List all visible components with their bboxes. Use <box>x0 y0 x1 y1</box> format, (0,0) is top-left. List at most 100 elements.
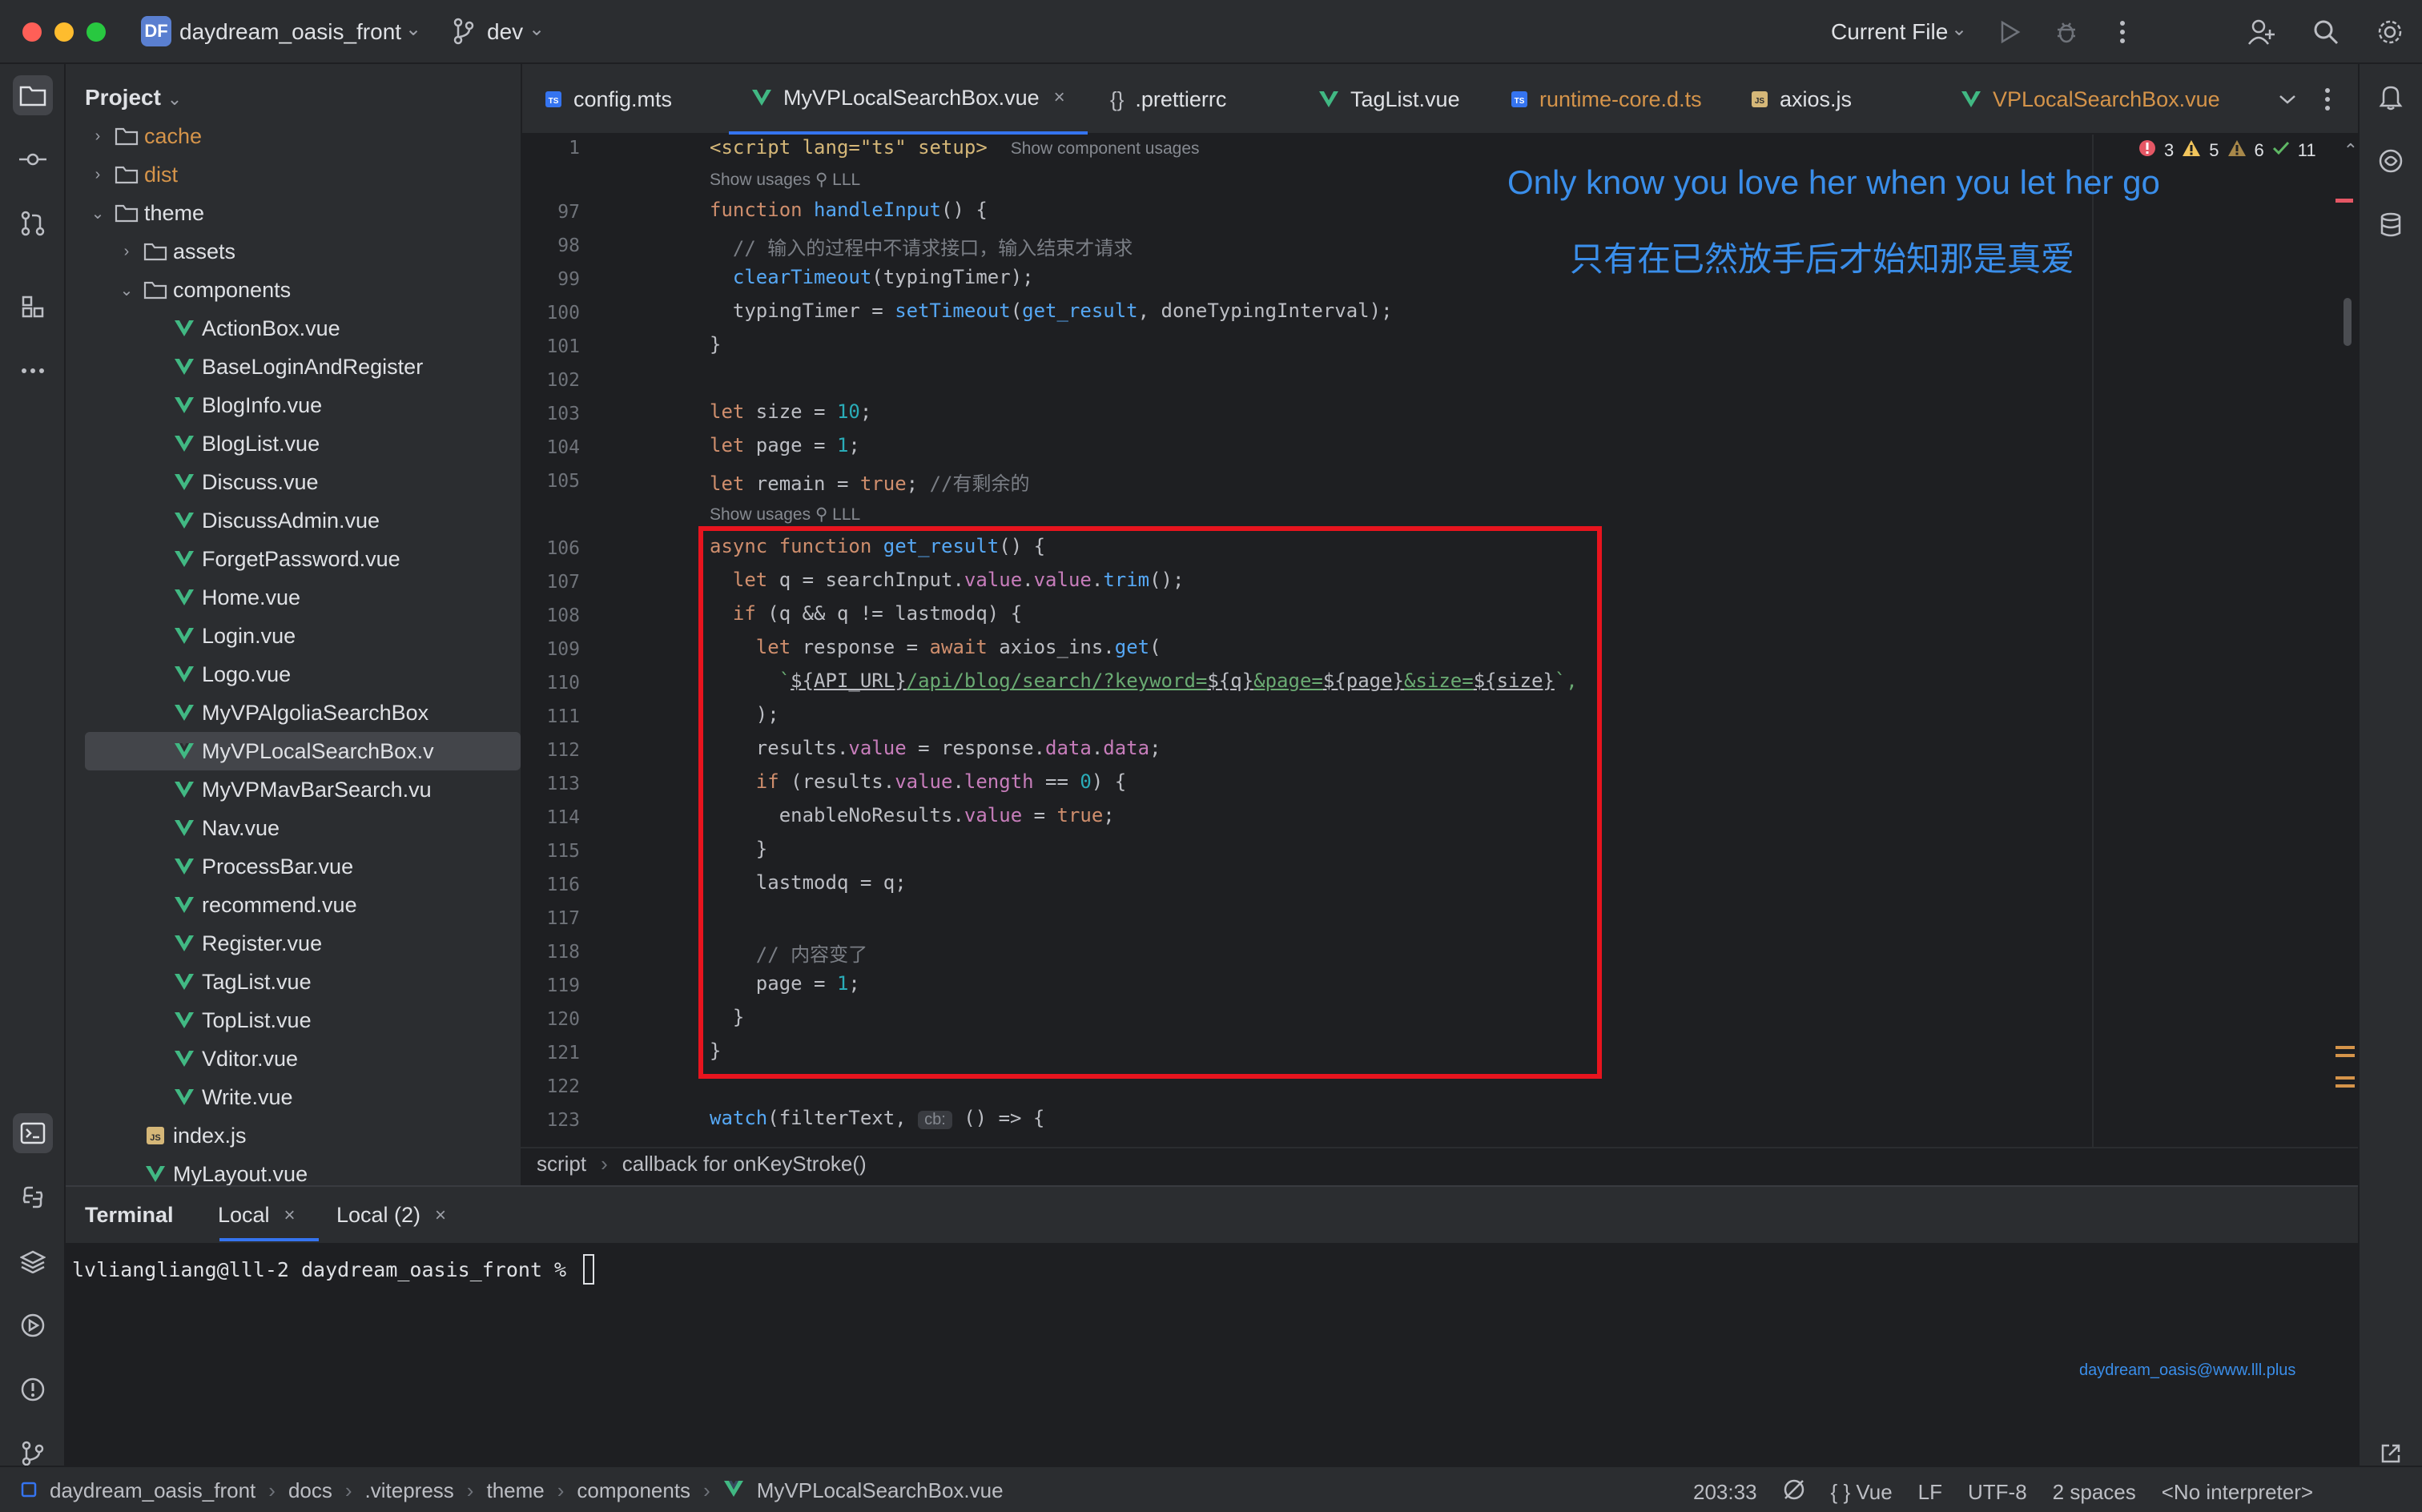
inspection-widget[interactable]: 3 5 6 11 ⌃ ⌄ <box>2138 139 2358 162</box>
project-badge[interactable]: DF <box>141 16 171 46</box>
gear-icon[interactable] <box>2374 16 2406 48</box>
search-icon[interactable] <box>2310 16 2342 48</box>
more-horizontal-icon[interactable] <box>13 351 53 391</box>
chevron-right-icon[interactable]: › <box>112 243 141 261</box>
database-icon[interactable] <box>2371 205 2411 245</box>
structure-icon[interactable] <box>13 287 53 327</box>
chevron-down-icon[interactable]: ⌄ <box>405 18 421 41</box>
more-vertical-icon[interactable] <box>2106 16 2138 48</box>
path-item[interactable]: docs <box>288 1478 332 1503</box>
tree-item[interactable]: BaseLoginAndRegister <box>66 348 521 386</box>
editor-tab[interactable]: JS axios.js <box>1728 64 1938 135</box>
tree-item[interactable]: Vditor.vue <box>66 1040 521 1078</box>
previous-highlight-icon[interactable]: ⌃ <box>2344 140 2358 161</box>
close-icon[interactable]: × <box>284 1204 296 1227</box>
tree-item[interactable]: Discuss.vue <box>66 463 521 501</box>
tree-item[interactable]: Write.vue <box>66 1078 521 1116</box>
path-item[interactable]: daydream_oasis_front <box>50 1478 255 1503</box>
show-usages-hint[interactable]: Show usages ⚲ LLL <box>710 505 860 525</box>
tree-item[interactable]: recommend.vue <box>66 886 521 924</box>
show-usages-hint[interactable]: Show usages ⚲ LLL <box>710 170 860 190</box>
tree-item[interactable]: ⌄ components <box>66 271 521 309</box>
window-close-button[interactable] <box>22 22 42 42</box>
chevron-down-icon[interactable]: ⌄ <box>112 280 141 300</box>
tree-item[interactable]: › assets <box>66 232 521 271</box>
tree-item[interactable]: MyVPLocalSearchBox.v <box>85 732 521 770</box>
tree-item[interactable]: › cache <box>66 117 521 155</box>
interpreter-selector[interactable]: <No interpreter> <box>2162 1480 2313 1505</box>
editor-tab[interactable]: VPLocalSearchBox.vue <box>1938 64 2220 135</box>
ai-off-icon[interactable] <box>1783 1478 1805 1506</box>
close-icon[interactable]: × <box>1054 86 1065 109</box>
tree-item[interactable]: Home.vue <box>66 578 521 617</box>
tree-item[interactable]: TagList.vue <box>66 963 521 1001</box>
editor-tab[interactable]: TS runtime-core.d.ts <box>1488 64 1728 135</box>
tree-item[interactable]: Logo.vue <box>66 655 521 694</box>
tree-item[interactable]: › dist <box>66 155 521 194</box>
git-branch-icon[interactable] <box>453 18 474 49</box>
layers-icon[interactable] <box>13 1241 53 1281</box>
more-vertical-icon[interactable] <box>2311 83 2344 115</box>
editor-tab[interactable]: TagList.vue <box>1296 64 1488 135</box>
debug-icon[interactable] <box>2050 16 2082 48</box>
breadcrumb-item[interactable]: script <box>537 1152 586 1176</box>
add-user-icon[interactable] <box>2246 16 2278 48</box>
chevron-down-icon[interactable]: ⌄ <box>83 203 112 223</box>
vertical-scrollbar[interactable] <box>2344 298 2352 346</box>
close-icon[interactable]: × <box>435 1204 446 1227</box>
window-minimize-button[interactable] <box>54 22 74 42</box>
tree-item[interactable]: BlogList.vue <box>66 424 521 463</box>
services-icon[interactable] <box>13 1305 53 1345</box>
tree-item[interactable]: DiscussAdmin.vue <box>66 501 521 540</box>
file-type[interactable]: { } Vue <box>1831 1480 1893 1505</box>
tree-item[interactable]: ProcessBar.vue <box>66 847 521 886</box>
window-maximize-button[interactable] <box>86 22 106 42</box>
tree-item[interactable]: ⌄ theme <box>66 194 521 232</box>
terminal-tab-local[interactable]: Local × <box>218 1203 296 1228</box>
breadcrumb-item[interactable]: callback for onKeyStroke() <box>622 1152 867 1176</box>
project-name[interactable]: daydream_oasis_front <box>179 19 401 45</box>
tree-item[interactable]: Register.vue <box>66 924 521 963</box>
path-item[interactable]: theme <box>486 1478 544 1503</box>
error-stripe-marker[interactable] <box>2336 199 2353 203</box>
commit-icon[interactable] <box>13 139 53 179</box>
line-separator[interactable]: LF <box>1918 1480 1942 1505</box>
tree-item[interactable]: BlogInfo.vue <box>66 386 521 424</box>
show-component-usages-hint[interactable]: Show component usages <box>1011 139 1200 158</box>
tree-item[interactable]: TopList.vue <box>66 1001 521 1040</box>
editor-tab[interactable]: TS config.mts <box>522 64 729 135</box>
path-item[interactable]: .vitepress <box>365 1478 454 1503</box>
terminal-icon[interactable] <box>13 1113 53 1153</box>
tree-item[interactable]: Login.vue <box>66 617 521 655</box>
project-folder-icon[interactable] <box>13 75 53 115</box>
tree-item[interactable]: MyVPAlgoliaSearchBox <box>66 694 521 732</box>
tree-item[interactable]: MyLayout.vue <box>66 1155 521 1185</box>
terminal-prompt-line[interactable]: lvliangliang@lll-2 daydream_oasis_front … <box>72 1254 595 1285</box>
terminal-tab-local-2[interactable]: Local (2) × <box>336 1203 446 1228</box>
tab-list-chevron-icon[interactable] <box>2271 83 2303 115</box>
tree-item[interactable]: ActionBox.vue <box>66 309 521 348</box>
caret-position[interactable]: 203:33 <box>1693 1480 1757 1505</box>
chevron-right-icon[interactable]: › <box>83 166 112 184</box>
pull-requests-icon[interactable] <box>13 203 53 243</box>
tree-item[interactable]: MyVPMavBarSearch.vu <box>66 770 521 809</box>
chevron-down-icon[interactable]: ⌄ <box>167 89 182 109</box>
chevron-down-icon[interactable]: ⌄ <box>1951 18 1967 41</box>
warning-stripe-marker[interactable] <box>2336 1046 2355 1049</box>
tree-item[interactable]: ForgetPassword.vue <box>66 540 521 578</box>
terminal-panel[interactable]: Terminal Local × Local (2) × lvlianglian… <box>66 1185 2358 1466</box>
indent-setting[interactable]: 2 spaces <box>2053 1480 2136 1505</box>
run-icon[interactable] <box>1994 16 2026 48</box>
editor-tab[interactable]: {} .prettierrc <box>1088 64 1296 135</box>
path-item[interactable]: MyVPLocalSearchBox.vue <box>757 1478 1004 1503</box>
warning-stripe-marker[interactable] <box>2336 1084 2355 1088</box>
code-editor[interactable]: 1 <script lang="ts" setup> Show componen… <box>521 135 2358 1147</box>
chevron-down-icon[interactable]: ⌄ <box>529 18 545 41</box>
ai-assistant-icon[interactable] <box>2371 141 2411 181</box>
project-panel-title[interactable]: Project ⌄ <box>85 85 182 111</box>
branch-name[interactable]: dev <box>487 19 523 45</box>
file-encoding[interactable]: UTF-8 <box>1968 1480 2027 1505</box>
tree-item[interactable]: Nav.vue <box>66 809 521 847</box>
problems-icon[interactable] <box>13 1369 53 1409</box>
warning-stripe-marker[interactable] <box>2336 1054 2355 1057</box>
